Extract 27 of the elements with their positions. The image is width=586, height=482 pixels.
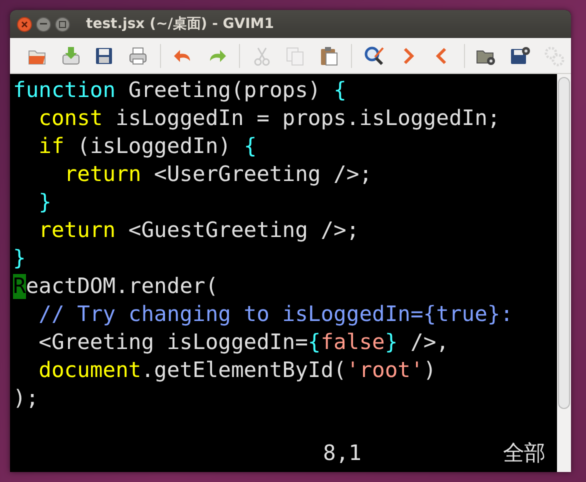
code-line: if (isLoggedIn) {	[38, 133, 258, 161]
code-line: // Try changing to isLoggedIn={true}:	[38, 301, 514, 329]
maximize-button[interactable]	[55, 16, 70, 32]
code-line: <Greeting isLoggedIn={false} />,	[38, 329, 450, 357]
code-line: ReactDOM.render(	[13, 273, 220, 301]
floppy-gear-icon[interactable]	[509, 44, 532, 66]
clipboard-icon[interactable]	[318, 44, 340, 66]
code-line: }	[13, 245, 27, 273]
code-line: return <GuestGreeting />;	[38, 217, 360, 245]
window-title: test.jsx (~/桌面) - GVIM1	[86, 15, 274, 33]
code-line: }	[38, 189, 52, 217]
close-button[interactable]	[17, 16, 32, 32]
code-line: document.getElementById('root')	[38, 357, 438, 385]
printer-icon[interactable]	[127, 44, 150, 66]
magnifier-pencil-icon[interactable]	[363, 44, 386, 66]
close-icon	[21, 20, 28, 28]
download-icon[interactable]	[60, 44, 82, 66]
scrollbar[interactable]	[558, 77, 570, 409]
code-line: function Greeting(props) {	[13, 77, 348, 105]
minimize-button[interactable]	[36, 16, 51, 32]
minimize-icon	[40, 23, 47, 25]
code-line: return <UserGreeting />;	[63, 161, 374, 189]
code-line: const isLoggedIn = props.isLoggedIn;	[38, 105, 502, 133]
cursor-position: 8,1	[323, 440, 362, 468]
scroll-position: 全部	[503, 440, 545, 468]
code-line: );	[13, 385, 40, 413]
maximize-icon	[59, 20, 66, 28]
